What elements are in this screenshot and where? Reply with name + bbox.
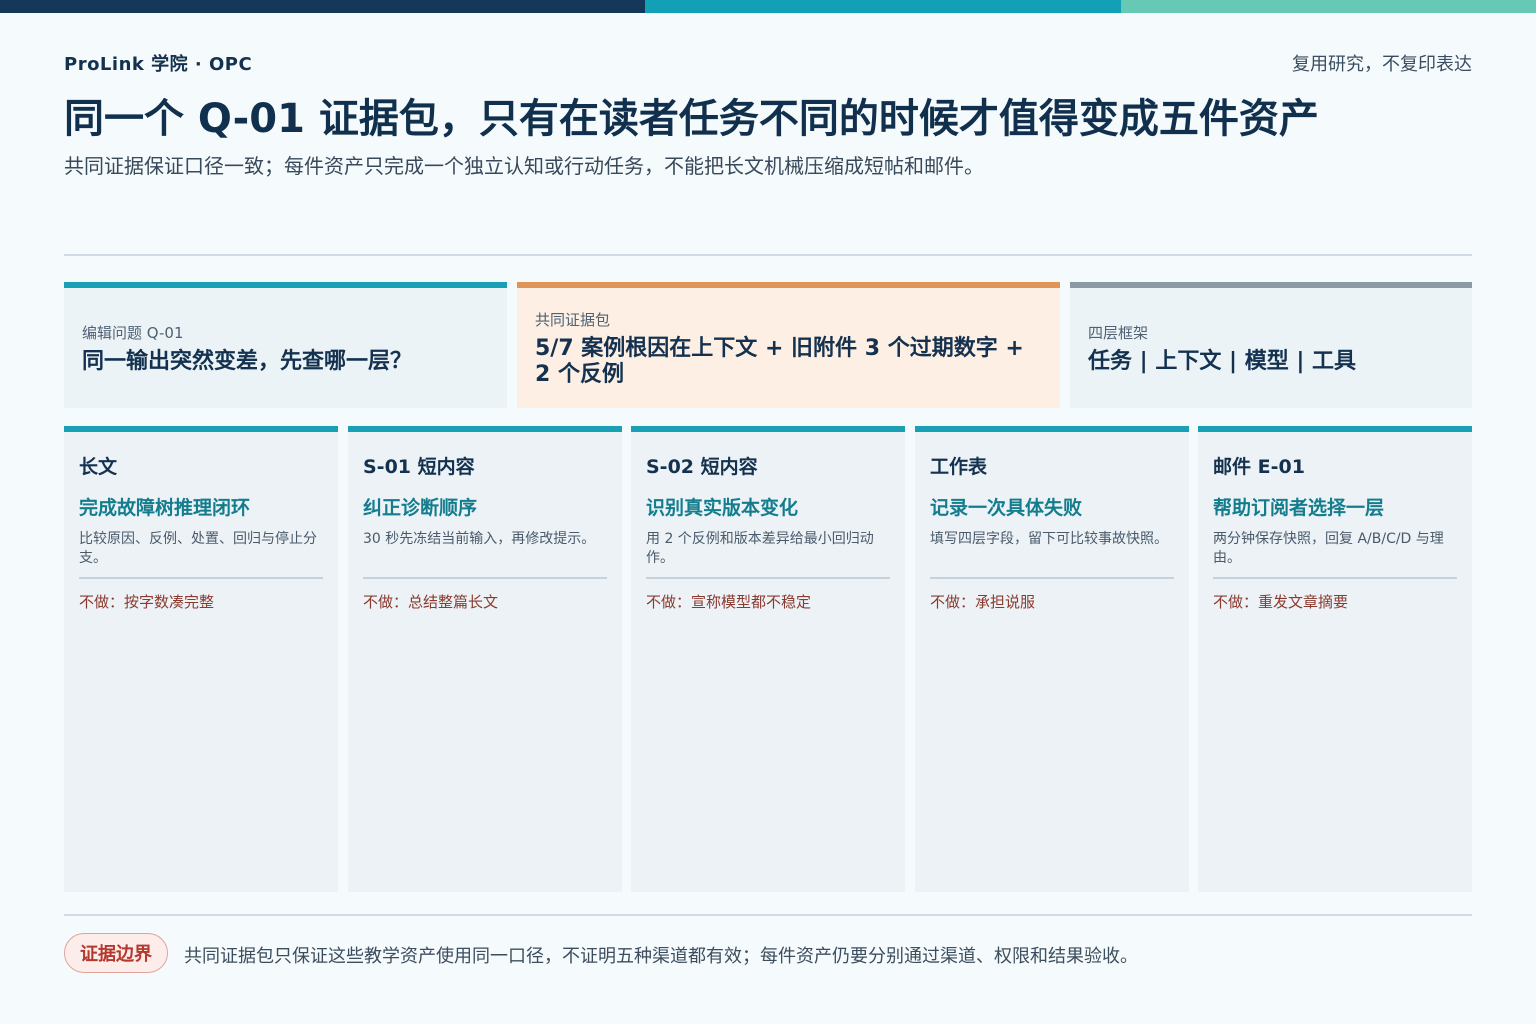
- asset-card-not-do: 不做：承担说服: [930, 593, 1036, 611]
- info-box-label: 共同证据包: [535, 310, 611, 329]
- info-box-value: 任务 | 上下文 | 模型 | 工具: [1088, 348, 1357, 374]
- asset-card-task: 纠正诊断顺序: [363, 497, 478, 519]
- asset-card-not-do: 不做：宣称模型都不稳定: [646, 593, 812, 611]
- asset-card-task: 记录一次具体失败: [930, 497, 1083, 519]
- asset-card-longform: 长文 完成故障树推理闭环 比较原因、反例、处置、回归与停止分支。 不做：按字数凑…: [64, 426, 338, 892]
- info-box-value: 同一输出突然变差，先查哪一层？: [82, 348, 413, 374]
- asset-card-title: S-02 短内容: [646, 456, 758, 478]
- asset-card-s02: S-02 短内容 识别真实版本变化 用 2 个反例和版本差异给最小回归动作。 不…: [631, 426, 905, 892]
- footer-note: 共同证据包只保证这些教学资产使用同一口径，不证明五种渠道都有效；每件资产仍要分别…: [184, 946, 1138, 967]
- asset-card-description: 比较原因、反例、处置、回归与停止分支。: [79, 531, 317, 566]
- asset-card-description: 30 秒先冻结当前输入，再修改提示。: [363, 531, 596, 547]
- asset-card-not-do: 不做：重发文章摘要: [1213, 593, 1349, 611]
- asset-card-title: S-01 短内容: [363, 456, 475, 478]
- page-title: 同一个 Q-01 证据包，只有在读者任务不同的时候才值得变成五件资产: [64, 96, 1319, 142]
- brand-label: ProLink 学院 · OPC: [64, 54, 253, 75]
- top-bar-navy-segment: [0, 0, 645, 13]
- info-box-value: 5/7 案例根因在上下文 + 旧附件 3 个过期数字 + 2 个反例: [535, 335, 1024, 387]
- asset-card-not-do: 不做：按字数凑完整: [79, 593, 215, 611]
- asset-card-task: 识别真实版本变化: [646, 497, 799, 519]
- asset-card-divider: [646, 577, 890, 579]
- evidence-boundary-badge: 证据边界: [64, 933, 168, 973]
- asset-card-title: 工作表: [930, 456, 988, 478]
- asset-card-description: 用 2 个反例和版本差异给最小回归动作。: [646, 531, 874, 566]
- asset-card-divider: [1213, 577, 1457, 579]
- asset-card-email: 邮件 E-01 帮助订阅者选择一层 两分钟保存快照，回复 A/B/C/D 与理由…: [1198, 426, 1472, 892]
- asset-card-title: 邮件 E-01: [1213, 456, 1305, 478]
- asset-card-task: 完成故障树推理闭环: [79, 497, 251, 519]
- asset-card-not-do: 不做：总结整篇长文: [363, 593, 499, 611]
- asset-card-description: 两分钟保存快照，回复 A/B/C/D 与理由。: [1213, 531, 1444, 566]
- divider-top: [64, 254, 1472, 256]
- top-color-bar: [0, 0, 1536, 13]
- asset-card-worksheet: 工作表 记录一次具体失败 填写四层字段，留下可比较事故快照。 不做：承担说服: [915, 426, 1189, 892]
- asset-card-divider: [363, 577, 607, 579]
- motto-label: 复用研究，不复印表达: [1292, 54, 1472, 75]
- info-box-question: 编辑问题 Q-01 同一输出突然变差，先查哪一层？: [64, 282, 507, 408]
- asset-card-divider: [930, 577, 1174, 579]
- page-subtitle: 共同证据保证口径一致；每件资产只完成一个独立认知或行动任务，不能把长文机械压缩成…: [64, 154, 984, 178]
- asset-card-s01: S-01 短内容 纠正诊断顺序 30 秒先冻结当前输入，再修改提示。 不做：总结…: [348, 426, 622, 892]
- asset-card-task: 帮助订阅者选择一层: [1213, 497, 1385, 519]
- asset-card-title: 长文: [79, 456, 118, 478]
- top-bar-mint-segment: [1121, 0, 1536, 13]
- info-box-label: 四层框架: [1088, 323, 1149, 342]
- info-box-label: 编辑问题 Q-01: [82, 323, 184, 342]
- top-bar-teal-segment: [645, 0, 1121, 13]
- divider-bottom: [64, 914, 1472, 916]
- info-box-framework: 四层框架 任务 | 上下文 | 模型 | 工具: [1070, 282, 1472, 408]
- info-box-evidence: 共同证据包 5/7 案例根因在上下文 + 旧附件 3 个过期数字 + 2 个反例: [517, 282, 1060, 408]
- asset-card-divider: [79, 577, 323, 579]
- asset-card-description: 填写四层字段，留下可比较事故快照。: [930, 531, 1168, 547]
